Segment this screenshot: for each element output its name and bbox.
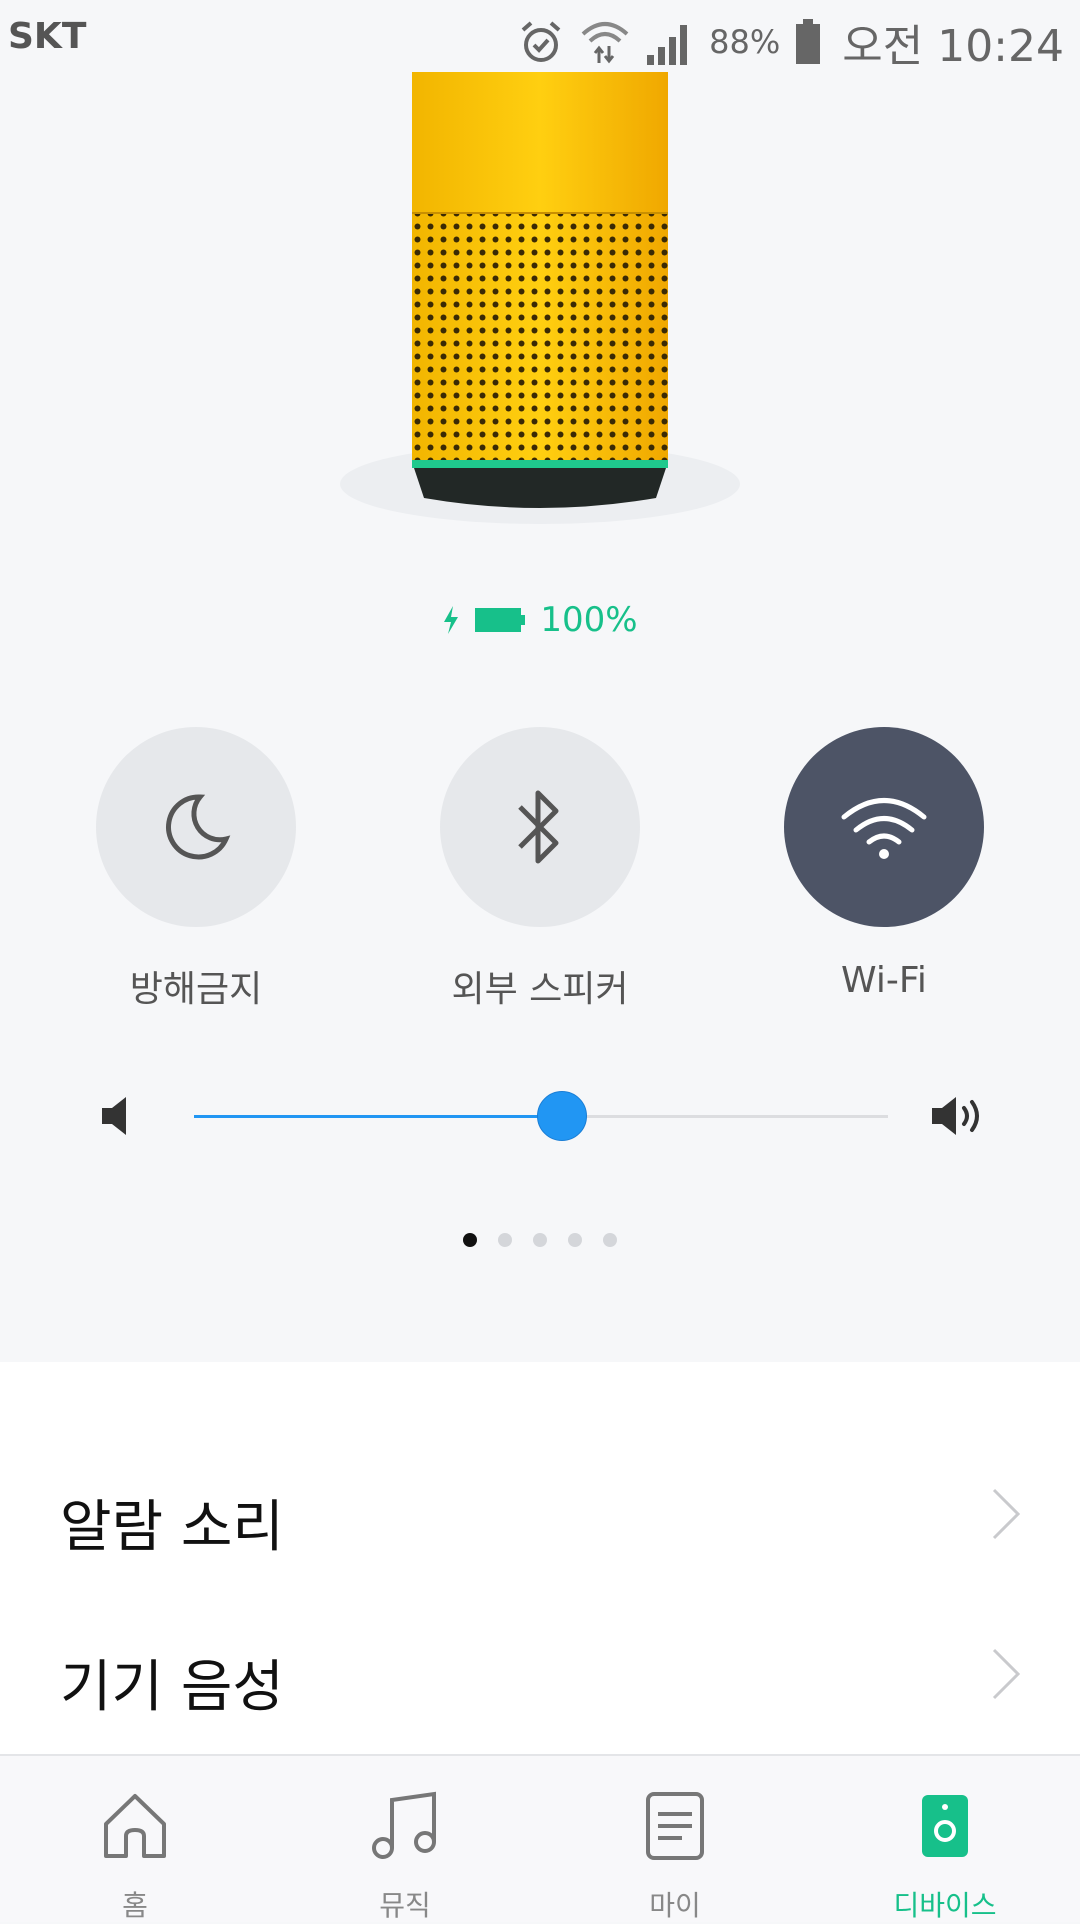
volume-low-icon[interactable] bbox=[100, 1094, 136, 1138]
page-indicator bbox=[0, 1233, 1080, 1247]
nav-device[interactable]: 디바이스 bbox=[810, 1756, 1080, 1922]
wifi-data-icon bbox=[581, 22, 629, 64]
chevron-right-icon bbox=[992, 1488, 1021, 1540]
volume-thumb[interactable] bbox=[536, 1091, 587, 1141]
volume-slider[interactable] bbox=[194, 1091, 888, 1141]
page-dot[interactable] bbox=[463, 1233, 477, 1247]
volume-fill bbox=[194, 1115, 562, 1118]
chevron-right-icon bbox=[992, 1648, 1021, 1700]
page-dot[interactable] bbox=[533, 1233, 547, 1247]
dnd-toggle-button[interactable] bbox=[96, 727, 296, 927]
alarm-sound-item[interactable]: 알람 소리 bbox=[0, 1442, 1080, 1592]
battery-icon bbox=[796, 19, 821, 64]
nav-home-label: 홈 bbox=[122, 1889, 148, 1922]
carrier-label: SKT bbox=[8, 16, 87, 57]
nav-music-label: 뮤직 bbox=[379, 1889, 431, 1922]
moon-icon bbox=[166, 794, 231, 860]
home-icon bbox=[95, 1786, 175, 1866]
external-speaker-toggle-label: 외부 스피커 bbox=[451, 969, 629, 1010]
wifi-icon bbox=[841, 798, 927, 859]
settings-list: 알람 소리 기기 음성 bbox=[0, 1362, 1080, 1754]
signal-icon bbox=[647, 25, 688, 65]
wifi-toggle-label: Wi-Fi bbox=[841, 960, 927, 1001]
battery-percent: 88% bbox=[709, 23, 781, 61]
nav-device-label: 디바이스 bbox=[893, 1889, 997, 1922]
page-dot[interactable] bbox=[498, 1233, 512, 1247]
bluetooth-icon bbox=[518, 790, 559, 864]
speaker-image bbox=[340, 72, 740, 524]
device-battery-percent: 100% bbox=[540, 600, 638, 640]
page-dot[interactable] bbox=[603, 1233, 617, 1247]
speaker-icon bbox=[905, 1786, 985, 1866]
alarm-icon bbox=[521, 21, 561, 62]
bottom-navigation: 홈 뮤직 마이 디바이스 bbox=[0, 1754, 1080, 1922]
alarm-sound-label: 알람 소리 bbox=[60, 1495, 284, 1560]
clock: 오전 10:24 bbox=[842, 21, 1064, 72]
wifi-toggle-button[interactable] bbox=[784, 727, 984, 927]
charging-icon bbox=[444, 606, 459, 634]
device-voice-item[interactable]: 기기 음성 bbox=[0, 1602, 1080, 1752]
nav-music[interactable]: 뮤직 bbox=[270, 1756, 540, 1922]
device-voice-label: 기기 음성 bbox=[60, 1655, 284, 1720]
device-battery-icon bbox=[475, 608, 526, 632]
nav-home[interactable]: 홈 bbox=[0, 1756, 270, 1922]
music-icon bbox=[365, 1786, 445, 1866]
external-speaker-toggle-button[interactable] bbox=[440, 727, 640, 927]
dnd-toggle-label: 방해금지 bbox=[129, 969, 263, 1010]
status-bar: SKT 88% 오전 10:24 bbox=[0, 0, 1080, 72]
volume-high-icon[interactable] bbox=[930, 1094, 990, 1138]
nav-my-label: 마이 bbox=[649, 1889, 701, 1922]
device-battery-status: 100% bbox=[0, 600, 1080, 640]
nav-my[interactable]: 마이 bbox=[540, 1756, 810, 1922]
document-icon bbox=[635, 1786, 715, 1866]
page-dot[interactable] bbox=[568, 1233, 582, 1247]
